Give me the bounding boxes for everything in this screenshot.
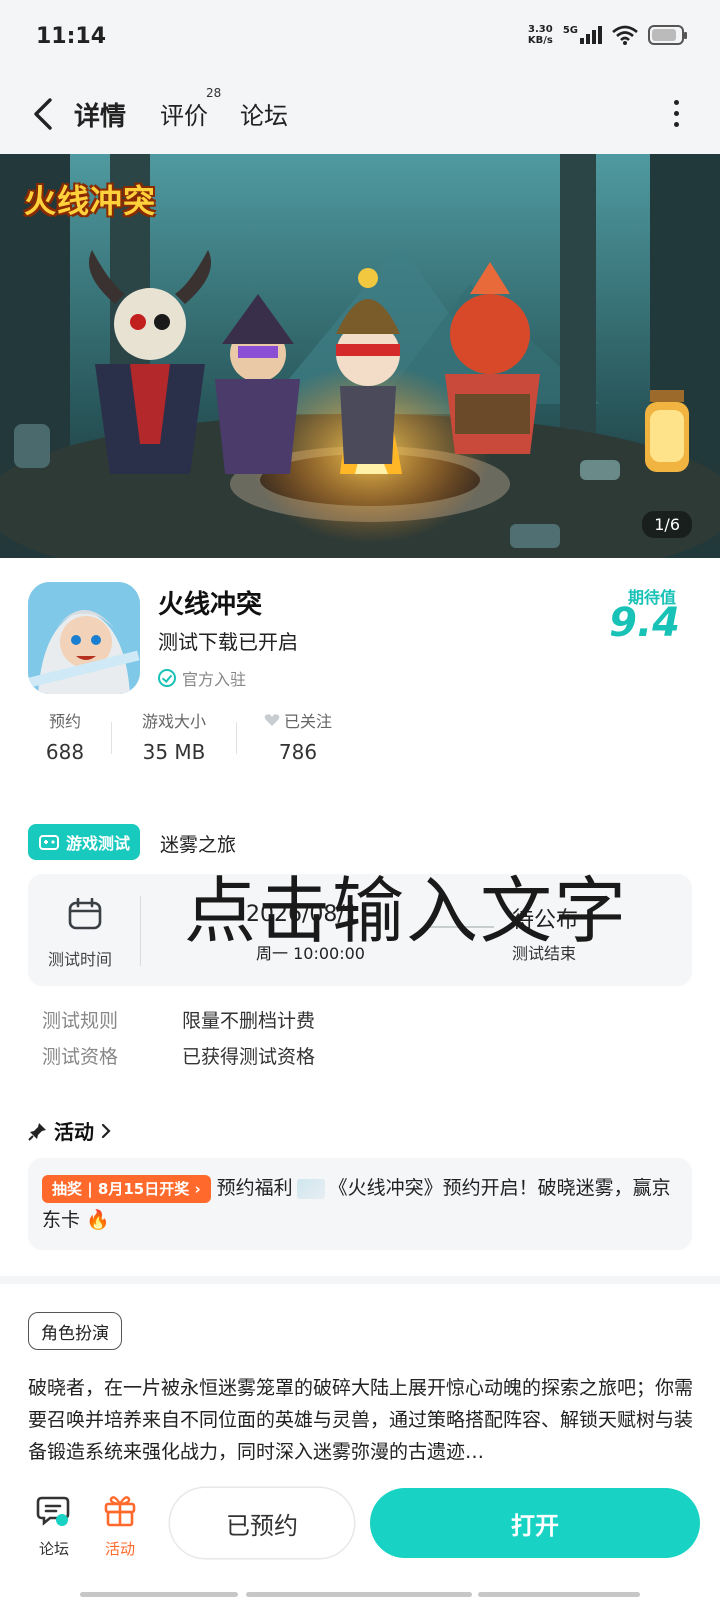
screenshot-carousel[interactable]: 火线冲突 1/6 xyxy=(0,154,720,558)
expect-value: 9.4 xyxy=(609,600,680,646)
bottom-activity-button[interactable]: 活动 xyxy=(90,1492,150,1559)
stat-followers[interactable]: 已关注 786 xyxy=(258,708,338,764)
stat-size: 游戏大小 35 MB xyxy=(134,708,214,764)
reserved-button[interactable]: 已预约 xyxy=(170,1488,354,1558)
game-name: 火线冲突 xyxy=(158,590,263,620)
tab-review[interactable]: 评价 28 xyxy=(160,86,221,131)
game-description[interactable]: 破晓者，在一片被永恒迷雾笼罩的破碎大陆上展开惊心动魄的探索之旅吧；你需要召唤并培… xyxy=(28,1372,698,1468)
app-icon xyxy=(28,582,140,694)
tab-detail[interactable]: 详情 xyxy=(70,96,131,133)
bottom-forum-label: 论坛 xyxy=(38,1540,69,1558)
stat-value: 786 xyxy=(278,740,318,764)
rule-label: 测试规则 xyxy=(42,1010,119,1032)
gamepad-icon xyxy=(39,835,59,850)
status-bar: 11:14 3.30 KB/s 5G xyxy=(0,0,720,78)
more-vertical-icon[interactable] xyxy=(672,100,680,130)
check-circle-icon xyxy=(158,669,176,687)
stat-value: 35 MB xyxy=(142,740,206,764)
status-time: 11:14 xyxy=(36,24,107,49)
tab-forum-label: 论坛 xyxy=(240,102,288,130)
activity-header[interactable]: 活动 xyxy=(28,1116,112,1145)
bottom-action-bar: 论坛 活动 已预约 打开 xyxy=(0,1470,720,1600)
stat-label: 游戏大小 xyxy=(141,712,206,731)
battery-icon xyxy=(648,25,687,45)
test-qualification-row: 测试资格 已获得测试资格 xyxy=(42,1042,315,1069)
activity-header-label: 活动 xyxy=(54,1120,94,1144)
test-rule-row: 测试规则 限量不删档计费 xyxy=(42,1006,315,1033)
official-label: 官方入驻 xyxy=(182,670,247,689)
bottom-activity-label: 活动 xyxy=(104,1540,135,1558)
stat-reservations: 预约 688 xyxy=(40,708,90,764)
text-input-overlay[interactable]: 点击输入文字 xyxy=(184,852,628,957)
stat-divider xyxy=(111,722,112,754)
rule-label: 测试资格 xyxy=(42,1046,119,1068)
rule-value: 已获得测试资格 xyxy=(182,1046,316,1068)
signal-icon: 5G xyxy=(562,25,602,44)
test-time-label: 测试时间 xyxy=(48,950,113,969)
gesture-bar xyxy=(246,1592,472,1597)
stat-label: 预约 xyxy=(48,712,81,731)
tab-review-label: 评价 xyxy=(160,102,208,130)
speed-value: 3.30 xyxy=(527,24,553,35)
back-icon[interactable] xyxy=(28,94,64,134)
stat-value: 688 xyxy=(45,740,85,764)
network-type: 5G xyxy=(562,25,578,36)
stat-label-text: 已关注 xyxy=(283,712,332,731)
fire-icon: 🔥 xyxy=(86,1209,110,1231)
forum-icon xyxy=(36,1496,70,1526)
calendar-icon xyxy=(68,898,102,930)
gesture-bar xyxy=(80,1592,238,1597)
top-nav: 详情 评价 28 论坛 xyxy=(0,78,720,154)
stat-label: 已关注 xyxy=(258,708,338,732)
activity-card[interactable]: 抽奖 | 8月15日开奖 › 预约福利 《火线冲突》预约开启！破晓迷雾，赢京东卡 🔥 xyxy=(28,1158,692,1250)
card-divider xyxy=(140,896,141,966)
gesture-bar xyxy=(478,1592,640,1597)
open-button[interactable]: 打开 xyxy=(370,1488,700,1558)
network-speed: 3.30 KB/s xyxy=(528,24,553,46)
wifi-icon xyxy=(612,25,638,45)
speed-unit: KB/s xyxy=(527,35,553,46)
tab-forum[interactable]: 论坛 xyxy=(240,96,288,131)
battery-level xyxy=(652,29,676,41)
tab-detail-label: 详情 xyxy=(74,102,127,132)
lottery-badge[interactable]: 抽奖 | 8月15日开奖 › xyxy=(42,1175,211,1203)
game-test-tag: 游戏测试 xyxy=(28,824,141,860)
section-divider xyxy=(0,1276,720,1284)
status-icons: 3.30 KB/s 5G xyxy=(528,24,687,46)
genre-tag[interactable]: 角色扮演 xyxy=(28,1312,122,1350)
game-stats: 预约 688 游戏大小 35 MB 已关注 786 xyxy=(0,708,720,768)
carousel-page-indicator: 1/6 xyxy=(642,511,692,538)
game-status: 测试下载已开启 xyxy=(158,630,298,654)
bottom-forum-button[interactable]: 论坛 xyxy=(24,1492,84,1559)
activity-thumbnail xyxy=(296,1178,325,1199)
pin-icon xyxy=(28,1122,46,1141)
chevron-right-icon xyxy=(101,1123,111,1138)
stat-divider xyxy=(236,722,237,754)
gift-icon xyxy=(104,1496,136,1527)
official-badge: 官方入驻 xyxy=(158,666,246,690)
rule-value: 限量不删档计费 xyxy=(182,1010,316,1032)
heart-icon xyxy=(264,714,280,726)
game-test-tag-label: 游戏测试 xyxy=(66,834,131,853)
activity-prefix: 预约福利 xyxy=(216,1177,293,1199)
game-logo: 火线冲突 xyxy=(24,182,157,220)
review-count-badge: 28 xyxy=(206,86,222,100)
